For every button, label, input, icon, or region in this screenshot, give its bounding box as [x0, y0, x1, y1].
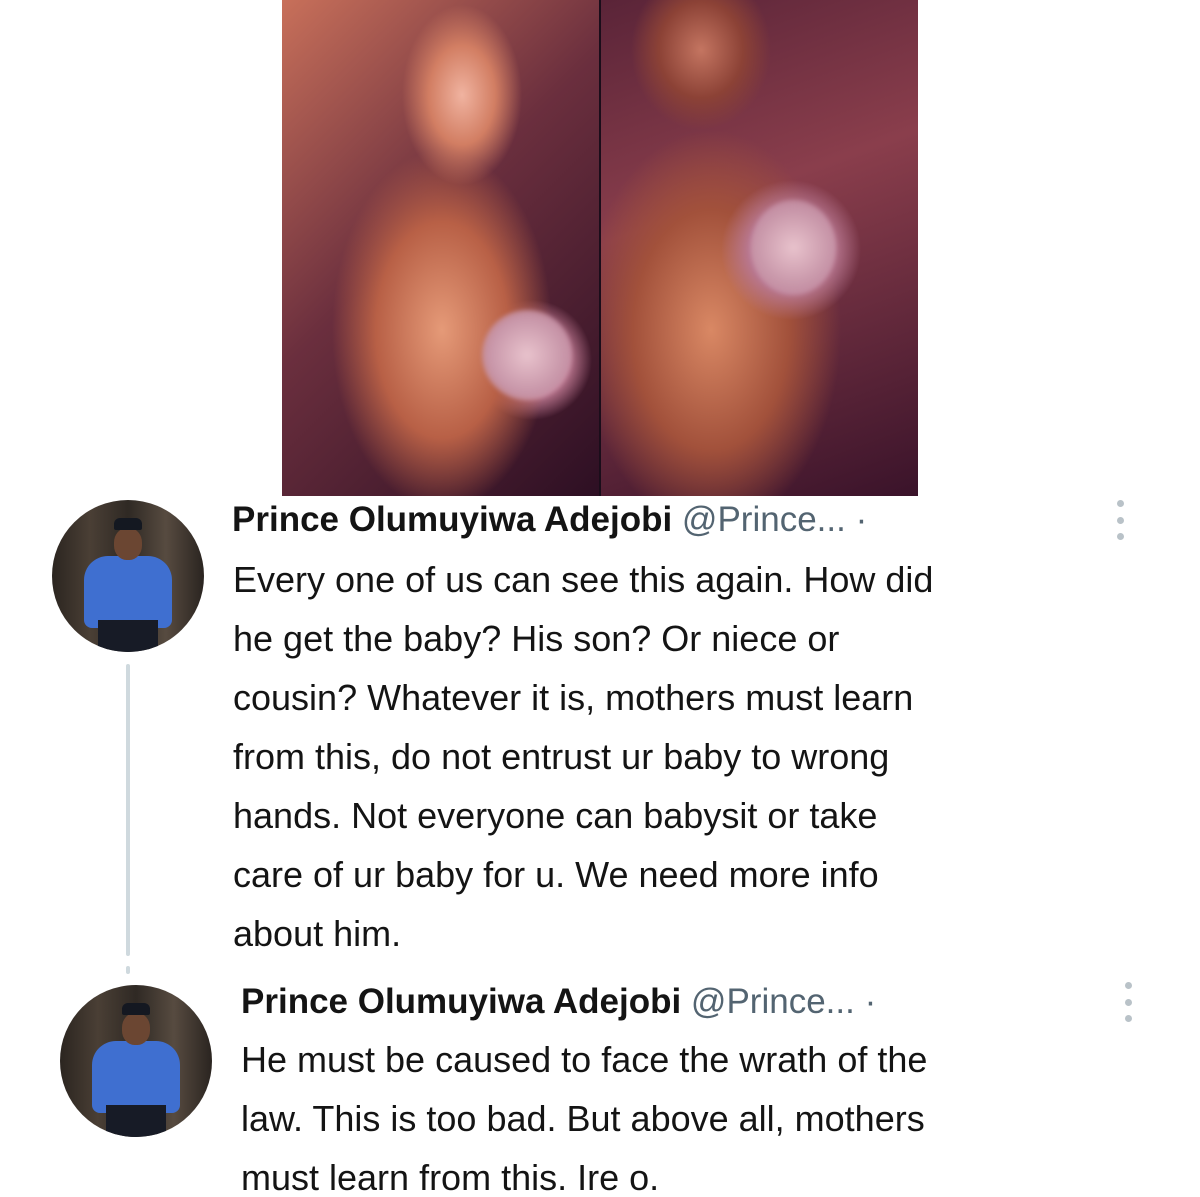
- screenshot-page: Prince Olumuyiwa Adejobi @Prince... · Ev…: [0, 0, 1200, 1197]
- more-vertical-icon[interactable]: [1121, 982, 1135, 1022]
- avatar-cap: [122, 1003, 150, 1015]
- tweet-header: Prince Olumuyiwa Adejobi @Prince... ·: [241, 980, 876, 1024]
- author-avatar[interactable]: [60, 985, 212, 1137]
- tweet-text: He must be caused to face the wrath of t…: [241, 1039, 928, 1197]
- separator-dot: ·: [864, 982, 877, 1021]
- tweet[interactable]: Prince Olumuyiwa Adejobi @Prince... · He…: [0, 0, 1200, 1197]
- avatar-face: [122, 1013, 150, 1045]
- uniform-shirt: [92, 1041, 180, 1113]
- author-name[interactable]: Prince Olumuyiwa Adejobi: [241, 982, 681, 1021]
- avatar-trousers: [106, 1105, 166, 1137]
- author-handle[interactable]: @Prince...: [691, 982, 855, 1021]
